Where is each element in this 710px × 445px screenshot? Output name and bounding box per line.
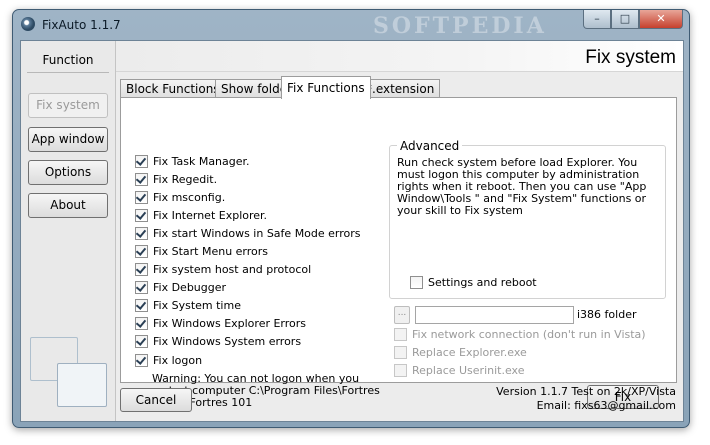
page-title: Fix system [585,47,676,68]
tab-fix-functions[interactable]: Fix Functions [281,76,371,99]
checkbox-label: Fix logon [153,353,203,367]
check-icon [135,298,147,310]
check-icon [135,208,147,220]
checkbox-label: Fix network connection (don't run in Vis… [412,327,646,341]
checkbox-box[interactable] [394,363,407,377]
fix-regedit-checkbox[interactable]: Fix Regedit. [135,171,217,187]
check-icon [135,226,147,238]
fix-explorer-errors-checkbox[interactable]: Fix Windows Explorer Errors [135,315,306,331]
fix-system-time-checkbox[interactable]: Fix System time [135,297,241,313]
checkbox-box[interactable] [135,172,148,186]
client-area: Function Fix system App window Options A… [20,40,684,422]
fix-safe-mode-checkbox[interactable]: Fix start Windows in Safe Mode errors [135,225,361,241]
tab-extension[interactable]: *.extension [360,79,441,98]
main-area: Fix system Block Functions Show folders … [116,41,683,421]
app-window: FixAuto 1.1.7 SOFTPEDIA – □ ✕ Function F… [12,9,690,428]
sidebar-header: Function [42,53,94,67]
checkbox-box[interactable] [135,190,148,204]
checkbox-label: Replace Userinit.exe [412,363,525,377]
fix-msconfig-checkbox[interactable]: Fix msconfig. [135,189,225,205]
fix-network-checkbox[interactable]: Fix network connection (don't run in Vis… [394,326,646,342]
advanced-description: Run check system before load Explorer. Y… [397,156,647,217]
checkbox-box[interactable] [135,262,148,276]
check-icon [135,154,147,166]
checkbox-box[interactable] [410,275,423,289]
window-controls: – □ ✕ [583,10,683,29]
checkbox-label: Fix Task Manager. [153,154,250,168]
check-icon [135,353,147,365]
replace-userinit-checkbox[interactable]: Replace Userinit.exe [394,362,525,378]
title-bar[interactable]: FixAuto 1.1.7 SOFTPEDIA – □ ✕ [13,10,689,40]
checkbox-label: Fix msconfig. [153,190,226,204]
advanced-group-title: Advanced [397,139,463,153]
fix-functions-panel: Fix Task Manager. Fix Regedit. Fix mscon… [120,97,677,409]
i386-path-input[interactable] [415,306,574,324]
fix-logon-checkbox[interactable]: Fix logon [135,352,202,368]
checkbox-box[interactable] [135,316,148,330]
checkbox-label: Fix Internet Explorer. [153,208,268,222]
tab-block-functions[interactable]: Block Functions [120,79,226,98]
email-text: Email: fixs63@gmail.com [536,399,676,412]
close-button[interactable]: ✕ [639,10,683,29]
checkbox-label: Settings and reboot [428,275,537,289]
minimize-button[interactable]: – [583,10,611,29]
checkbox-label: Fix System time [153,298,241,312]
checkbox-label: Fix Windows Explorer Errors [153,316,307,330]
checkbox-box[interactable] [135,280,148,294]
checkbox-label: Fix Windows System errors [153,334,302,348]
checkbox-label: Fix start Windows in Safe Mode errors [153,226,361,240]
fix-system-button[interactable]: Fix system [28,93,108,118]
checkbox-label: Fix Debugger [153,280,227,294]
i386-folder-label: i386 folder [577,308,637,321]
app-window-button[interactable]: App window [28,127,108,152]
checkbox-label: Replace Explorer.exe [412,345,527,359]
checkbox-box[interactable] [394,345,407,359]
about-button[interactable]: About [28,193,108,218]
checkbox-box[interactable] [135,334,148,348]
check-icon [135,280,147,292]
header-strip: Fix system [116,41,683,72]
replace-explorer-checkbox[interactable]: Replace Explorer.exe [394,344,527,360]
windows-decoration-front [57,363,107,407]
checkbox-label: Fix Regedit. [153,172,218,186]
watermark-text: SOFTPEDIA [373,13,547,39]
app-icon [21,17,35,31]
checkbox-box[interactable] [135,353,148,367]
fix-internet-explorer-checkbox[interactable]: Fix Internet Explorer. [135,207,267,223]
check-icon [135,262,147,274]
checkbox-label: Fix Start Menu errors [153,244,269,258]
fix-debugger-checkbox[interactable]: Fix Debugger [135,279,226,295]
checkbox-box[interactable] [394,327,407,341]
maximize-button[interactable]: □ [611,10,639,29]
check-icon [135,316,147,328]
check-icon [135,334,147,346]
checkbox-box[interactable] [135,226,148,240]
check-icon [135,172,147,184]
checkbox-box[interactable] [135,244,148,258]
window-title: FixAuto 1.1.7 [42,18,121,32]
checkbox-box[interactable] [135,298,148,312]
version-text: Version 1.1.7 Test on 2k/XP/Vista [496,385,676,398]
fix-start-menu-checkbox[interactable]: Fix Start Menu errors [135,243,268,259]
checkbox-box[interactable] [135,208,148,222]
checkbox-box[interactable] [135,154,148,168]
fix-task-manager-checkbox[interactable]: Fix Task Manager. [135,153,250,169]
options-button[interactable]: Options [28,160,108,185]
fix-host-protocol-checkbox[interactable]: Fix system host and protocol [135,261,311,277]
browse-i386-button[interactable]: ... [394,306,410,324]
checkbox-label: Fix system host and protocol [153,262,312,276]
check-icon [135,244,147,256]
function-sidebar: Function Fix system App window Options A… [21,41,116,421]
footer-info: Version 1.1.7 Test on 2k/XP/Vista Email:… [496,385,676,413]
check-icon [135,190,147,202]
cancel-button[interactable]: Cancel [120,388,192,412]
fix-system-errors-checkbox[interactable]: Fix Windows System errors [135,333,301,349]
settings-reboot-checkbox[interactable]: Settings and reboot [410,274,537,290]
sidebar-divider [27,72,109,73]
